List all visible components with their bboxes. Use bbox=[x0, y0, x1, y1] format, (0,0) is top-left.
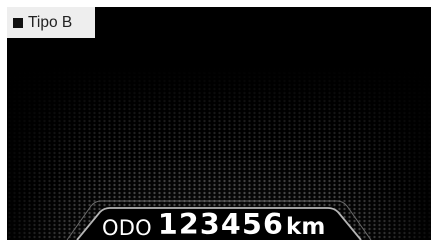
odometer-label: ODO bbox=[102, 216, 152, 240]
odometer-readout: ODO 123456 km bbox=[102, 208, 326, 241]
odometer-panel bbox=[66, 200, 372, 240]
odometer-unit: km bbox=[286, 214, 326, 240]
square-bullet-icon bbox=[13, 17, 23, 28]
odometer-value: 123456 bbox=[157, 208, 285, 240]
type-label-tag: Tipo B bbox=[7, 7, 95, 38]
cluster-display: ODO 123456 km Tipo B bbox=[7, 7, 431, 240]
type-label-text: Tipo B bbox=[28, 13, 73, 31]
